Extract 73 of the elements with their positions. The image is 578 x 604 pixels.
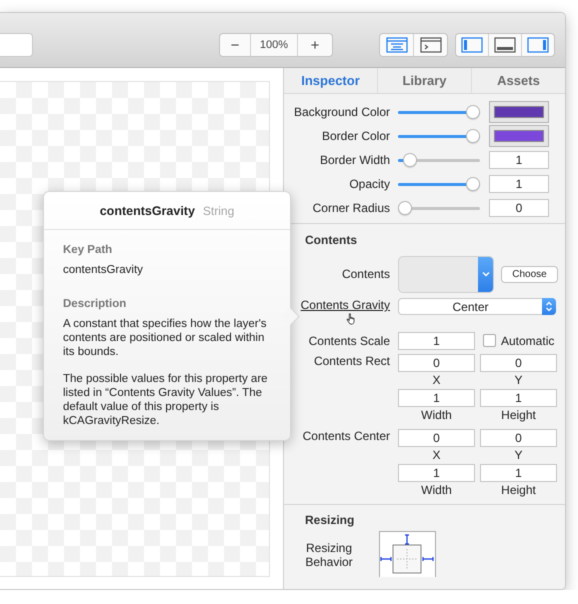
slider-thumb[interactable]	[466, 177, 480, 191]
field-caption: Height	[500, 408, 537, 423]
slider-track[interactable]	[398, 201, 480, 215]
zoom-out-button[interactable]: −	[220, 34, 250, 56]
number-field[interactable]: 1	[398, 389, 475, 407]
gravity-select[interactable]: Center	[398, 298, 556, 315]
checkbox[interactable]	[483, 334, 496, 347]
popover-text: A constant that specifies how the layer's contents are positioned or scaled within its bounds.	[63, 317, 268, 359]
slider-thumb[interactable]	[403, 153, 418, 167]
bottom-panel-icon	[494, 37, 516, 53]
field-caption: Height	[500, 483, 537, 498]
field-caption: Y	[513, 373, 524, 388]
popover-heading: Description	[63, 298, 128, 310]
property-label: Contents	[342, 267, 390, 281]
popover-text: The possible values for this property are listed in “Contents Gravity Values”. The default value of this property is kCAGravityResize.	[63, 372, 269, 428]
number-field[interactable]: 1	[480, 464, 557, 482]
zoom-level: 100%	[250, 34, 297, 56]
number-field[interactable]: 1	[489, 175, 549, 193]
property-label: Background Color	[294, 105, 390, 119]
section-heading: Resizing	[305, 513, 354, 527]
field-caption: Y	[513, 448, 524, 463]
slider-thumb[interactable]	[398, 201, 412, 215]
color-well[interactable]	[489, 101, 549, 123]
slider-thumb[interactable]	[466, 129, 480, 143]
property-label: Resizing Behavior	[304, 540, 354, 569]
property-label: Contents Center	[302, 429, 390, 443]
number-field[interactable]: 0	[480, 354, 557, 372]
property-label: Corner Radius	[312, 201, 390, 215]
choose-button[interactable]: Choose	[501, 266, 558, 282]
property-label: Border Width	[320, 153, 390, 167]
resizing-widget[interactable]	[379, 531, 436, 577]
zoom-in-button[interactable]: +	[297, 34, 332, 56]
console-pane-icon	[420, 37, 442, 53]
pointer-hand-icon	[346, 313, 357, 325]
number-field[interactable]: 1	[480, 389, 557, 407]
popover-title: contentsGravity	[100, 204, 195, 218]
up-down-icon	[545, 301, 553, 312]
popover-heading: Key Path	[63, 244, 114, 256]
inspector-tab[interactable]: Assets	[471, 68, 565, 93]
field-caption: X	[431, 448, 442, 463]
slider-track[interactable]	[398, 153, 480, 167]
inspector-tab[interactable]: Inspector	[284, 68, 377, 93]
chevron-down-icon	[482, 271, 490, 277]
section-heading: Contents	[305, 233, 357, 247]
slider-thumb[interactable]	[466, 105, 480, 119]
property-label: Opacity	[349, 177, 390, 191]
property-label: Border Color	[322, 129, 390, 143]
search-field[interactable]	[0, 33, 33, 57]
editor-pane-icon	[386, 37, 408, 53]
slider-track[interactable]	[398, 129, 480, 143]
image-well[interactable]	[398, 256, 494, 292]
number-field[interactable]: 0	[398, 429, 475, 447]
number-field[interactable]: 0	[480, 429, 557, 447]
property-label: Contents Rect	[314, 354, 390, 368]
number-field[interactable]: 1	[398, 464, 475, 482]
popover-type: String	[202, 204, 234, 218]
inspector-tab[interactable]: Library	[377, 68, 471, 93]
number-field[interactable]: 0	[489, 199, 549, 217]
slider-track[interactable]	[398, 177, 480, 191]
property-label: Contents Scale	[308, 334, 390, 348]
right-panel-icon	[527, 37, 549, 53]
checkbox-label: Automatic	[501, 334, 554, 348]
number-field[interactable]: 1	[489, 151, 549, 169]
color-well[interactable]	[489, 125, 549, 147]
field-caption: Width	[420, 483, 453, 498]
number-field[interactable]: 0	[398, 354, 475, 372]
left-panel-icon	[461, 37, 483, 53]
popover-text: contentsGravity	[63, 263, 144, 277]
number-field[interactable]: 1	[398, 332, 475, 350]
slider-track[interactable]	[398, 105, 480, 119]
property-label: Contents Gravity	[300, 298, 390, 312]
field-caption: X	[431, 373, 442, 388]
field-caption: Width	[420, 408, 453, 423]
